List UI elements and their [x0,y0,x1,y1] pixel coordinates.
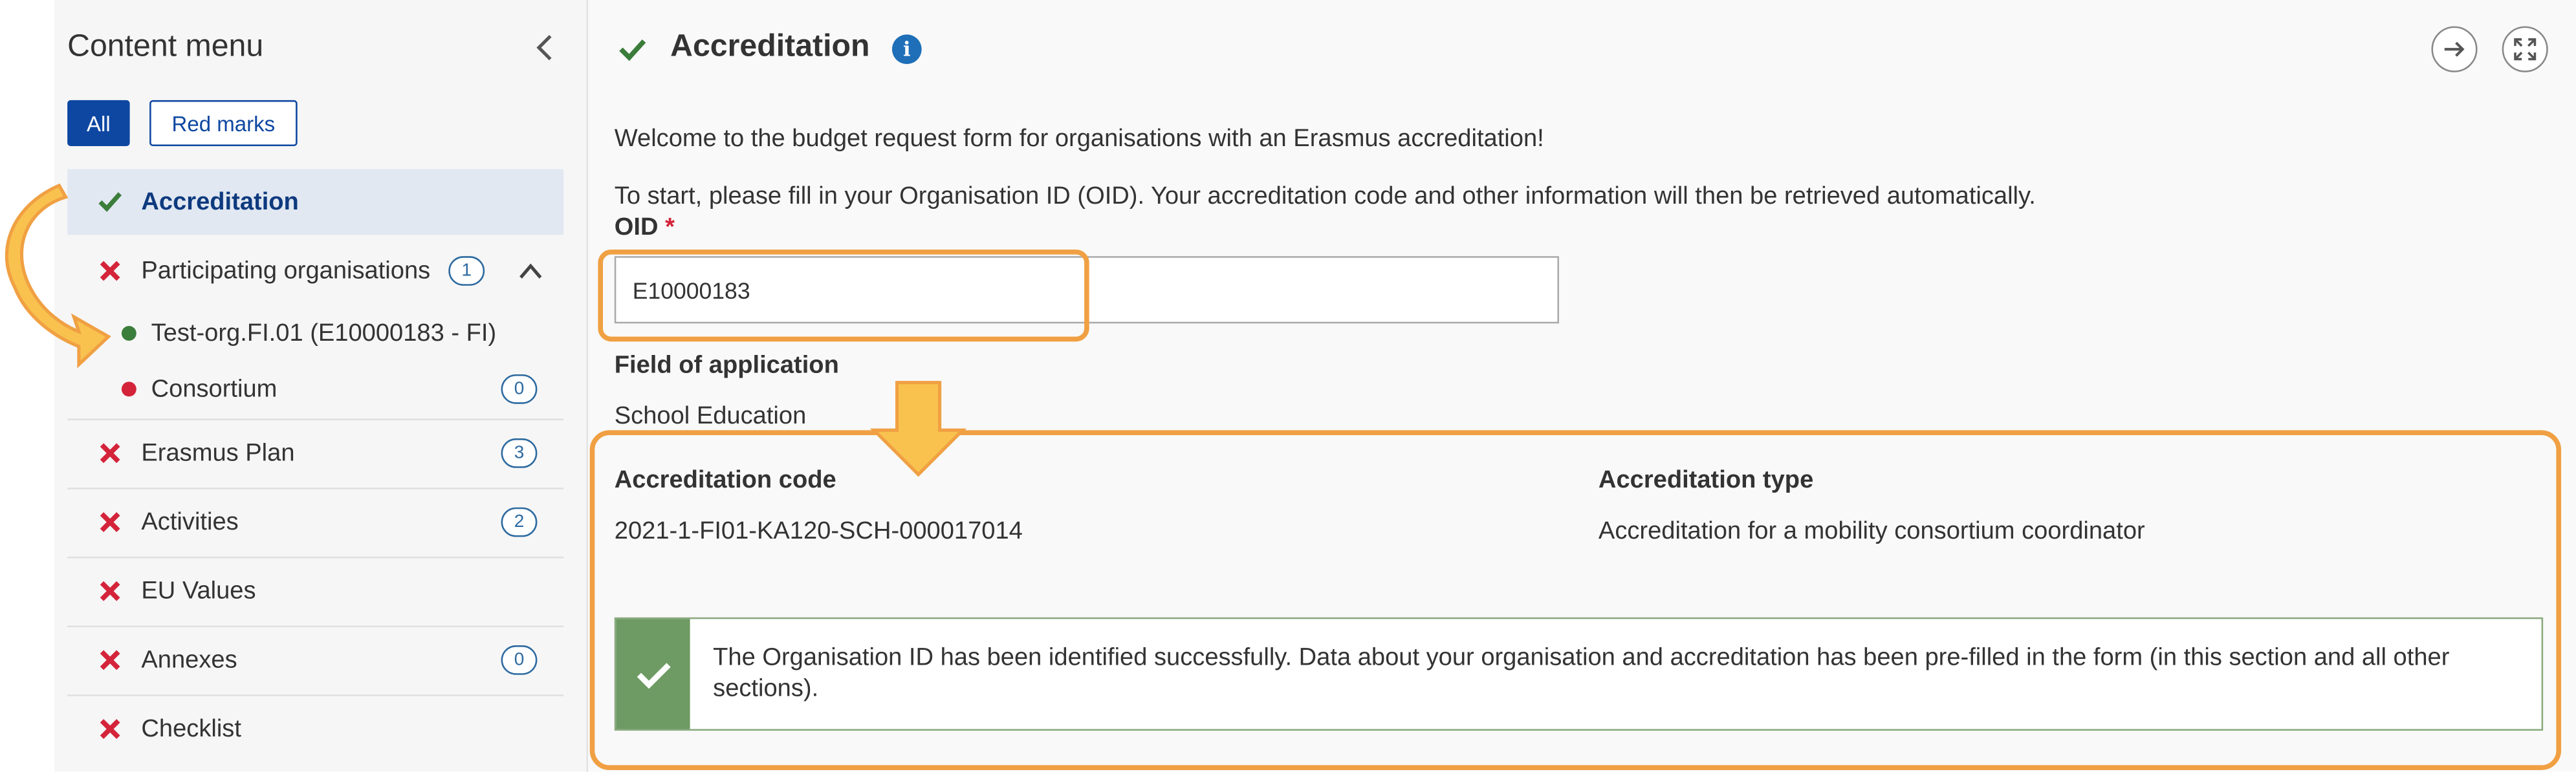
count-badge: 2 [501,507,538,537]
info-icon[interactable]: i [891,34,922,65]
accreditation-code-value: 2021-1-FI01-KA120-SCH-000017014 [614,517,1023,546]
status-dot-red [121,381,136,397]
content-menu-sidebar: Content menu All Red marks Accreditation… [54,0,587,772]
arrow-right-icon [2444,41,2465,57]
fullscreen-button[interactable] [2502,26,2548,72]
oid-label: OID * [615,213,675,241]
count-badge: 1 [448,256,485,286]
cross-icon [100,512,120,532]
success-message-box: The Organisation ID has been identified … [614,617,2544,731]
oid-label-text: OID [614,213,659,242]
menu-item-participating-organisations[interactable]: Participating organisations 1 [67,240,563,303]
menu-subitem-consortium[interactable]: Consortium 0 [67,361,563,417]
next-section-button[interactable] [2431,26,2478,72]
success-check-icon [616,619,690,729]
check-icon [619,39,646,61]
menu-item-label: Erasmus Plan [141,439,295,467]
menu-subitem-test-org[interactable]: Test-org.FI.01 (E10000183 - FI) [67,305,563,361]
expand-icon [2514,38,2537,61]
accreditation-type-label: Accreditation type [1598,466,1814,495]
field-of-application-label: Field of application [614,351,839,380]
menu-item-activities[interactable]: Activities 2 [67,489,563,555]
count-badge: 0 [501,374,538,404]
count-badge: 3 [501,438,538,468]
filter-red-marks-button[interactable]: Red marks [149,100,298,147]
intro-text: Welcome to the budget request form for o… [614,125,1544,153]
success-message-text: The Organisation ID has been identified … [713,643,2450,703]
menu-item-eu-values[interactable]: EU Values [67,558,563,624]
menu-item-label: EU Values [141,577,256,605]
menu-item-accreditation[interactable]: Accreditation [67,169,564,235]
menu-item-label: Participating organisations [141,257,431,285]
section-title: Accreditation [670,29,870,65]
count-badge: 0 [501,645,538,675]
status-dot-green [121,326,136,341]
cross-icon [100,581,120,601]
chevron-up-icon[interactable] [518,261,544,281]
cross-icon [100,719,120,739]
menu-item-checklist[interactable]: Checklist [67,696,563,762]
check-icon [98,192,122,212]
cross-icon [100,650,120,670]
menu-item-label: Test-org.FI.01 (E10000183 - FI) [151,319,497,348]
required-marker: * [665,213,675,242]
oid-input[interactable] [614,256,1559,324]
cross-icon [100,443,120,464]
collapse-chevron-left-icon[interactable] [527,30,563,66]
menu-item-label: Annexes [141,646,237,674]
menu-item-erasmus-plan[interactable]: Erasmus Plan 3 [67,420,563,486]
filter-all-button[interactable]: All [67,100,130,147]
menu-item-label: Consortium [151,375,278,403]
cross-icon [100,261,120,281]
field-of-application-value: School Education [614,402,807,431]
menu-item-label: Checklist [141,714,241,744]
check-icon [636,662,670,688]
menu-item-label: Activities [141,508,239,537]
accreditation-code-label: Accreditation code [614,466,836,495]
instruction-text: To start, please fill in your Organisati… [614,182,2036,211]
menu-item-annexes[interactable]: Annexes 0 [67,627,563,693]
accreditation-section: Accreditation i Welcome to the budget re… [588,0,2576,772]
accreditation-type-value: Accreditation for a mobility consortium … [1598,517,2145,546]
menu-item-label: Accreditation [141,188,299,216]
content-menu-title: Content menu [67,29,264,65]
